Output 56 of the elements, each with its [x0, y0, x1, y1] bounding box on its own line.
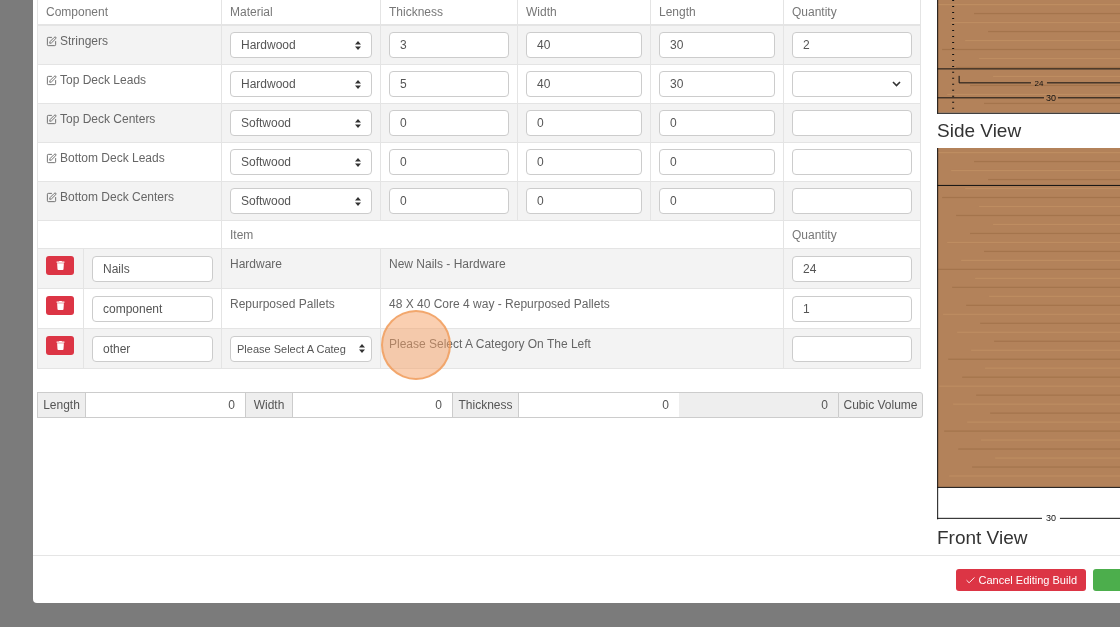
- column-header: Quantity: [792, 5, 837, 19]
- material-select[interactable]: Softwood: [230, 149, 372, 175]
- front-view-drawing: 30: [937, 147, 1120, 522]
- column-header: Material: [230, 5, 273, 19]
- column-header: Component: [46, 5, 109, 19]
- component-link[interactable]: Top Deck Leads: [46, 73, 147, 87]
- length-field[interactable]: 30: [659, 71, 775, 97]
- width-field[interactable]: 40: [526, 71, 642, 97]
- material-select[interactable]: Softwood: [230, 188, 372, 214]
- dimension-field[interactable]: 0: [86, 392, 245, 418]
- material-select[interactable]: Softwood: [230, 110, 372, 136]
- cubic-volume-field: 0: [679, 392, 838, 418]
- dimension-label: Cubic Volume: [838, 392, 923, 418]
- column-header: Item: [230, 227, 254, 242]
- item-name-field[interactable]: other: [92, 335, 213, 362]
- item-description: 48 X 40 Core 4 way - Repurposed Pallets: [389, 297, 610, 311]
- width-field[interactable]: 0: [526, 110, 642, 136]
- length-field[interactable]: 30: [659, 32, 775, 58]
- column-header: Thickness: [389, 5, 444, 19]
- length-field[interactable]: 0: [659, 188, 775, 214]
- width-field[interactable]: 40: [526, 32, 642, 58]
- column-header: Quantity: [792, 227, 837, 242]
- dimension-label: Width: [245, 392, 293, 418]
- column-header: Width: [526, 5, 557, 19]
- component-link[interactable]: Bottom Deck Leads: [46, 151, 165, 165]
- dimension-field[interactable]: 0: [519, 392, 679, 418]
- quantity-field[interactable]: 2: [792, 32, 912, 58]
- dimension-label: Thickness: [452, 392, 519, 418]
- view-title: Front View: [937, 526, 1029, 551]
- item-description: New Nails - Hardware: [389, 257, 506, 271]
- material-select[interactable]: Hardwood: [230, 71, 372, 97]
- width-field[interactable]: 0: [526, 188, 642, 214]
- column-header: Length: [659, 5, 696, 19]
- view-title: Side View: [937, 118, 1023, 143]
- item-name-field[interactable]: component: [92, 295, 213, 322]
- dimension-field[interactable]: 0: [293, 392, 452, 418]
- category-select[interactable]: Please Select A Categ: [230, 335, 372, 362]
- item-name-field[interactable]: Nails: [92, 255, 213, 282]
- material-select[interactable]: Hardwood: [230, 32, 372, 58]
- component-link[interactable]: Stringers: [46, 34, 109, 48]
- category-text: Repurposed Pallets: [230, 297, 335, 311]
- length-field[interactable]: 0: [659, 110, 775, 136]
- category-text: Hardware: [230, 257, 283, 271]
- thickness-field[interactable]: 3: [389, 32, 509, 58]
- dimension-label: Length: [37, 392, 86, 418]
- thickness-field[interactable]: 0: [389, 149, 509, 175]
- thickness-field[interactable]: 0: [389, 110, 509, 136]
- width-field[interactable]: 0: [526, 149, 642, 175]
- quantity-field[interactable]: 1: [792, 295, 912, 322]
- quantity-field[interactable]: 24: [792, 255, 912, 282]
- cancel-button[interactable]: Cancel Editing Build: [955, 569, 1086, 591]
- thickness-field[interactable]: 0: [389, 188, 509, 214]
- item-description: Please Select A Category On The Left: [389, 337, 591, 351]
- length-field[interactable]: 0: [659, 149, 775, 175]
- thickness-field[interactable]: 5: [389, 71, 509, 97]
- side-view-drawing: 24 30: [937, 0, 1120, 114]
